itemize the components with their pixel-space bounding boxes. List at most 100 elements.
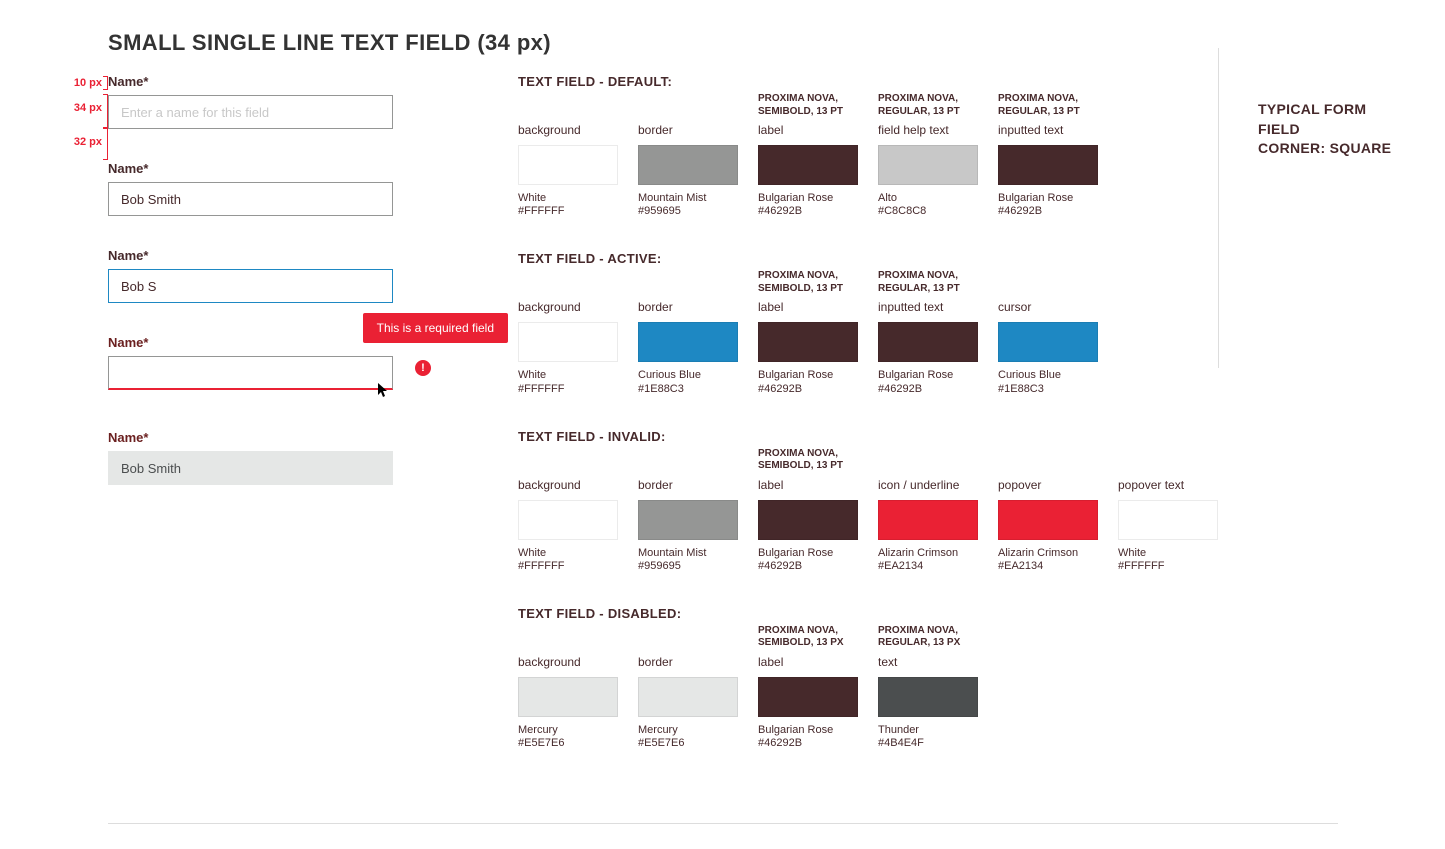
swatch-name: Alizarin Crimson: [998, 546, 1098, 560]
field-input-active[interactable]: [108, 269, 393, 303]
field-input-default[interactable]: [108, 95, 393, 129]
swatch-font: [638, 270, 738, 296]
swatch-col: borderCurious Blue#1E88C3: [638, 270, 738, 394]
example-default: Name*: [108, 74, 438, 129]
color-swatch: [1118, 500, 1218, 540]
swatch-col: borderMercury#E5E7E6: [638, 625, 738, 749]
swatch-name: Curious Blue: [998, 368, 1098, 382]
cursor-icon: [378, 383, 390, 399]
swatch-name: Bulgarian Rose: [758, 368, 858, 382]
field-label: Name*: [108, 74, 438, 89]
field-input-invalid[interactable]: [108, 356, 393, 390]
spec-active: TEXT FIELD - ACTIVE: backgroundWhite#FFF…: [518, 251, 1218, 394]
swatch-head: border: [638, 300, 738, 316]
swatch-head: background: [518, 655, 618, 671]
color-swatch: [878, 500, 978, 540]
example-invalid: This is a required field Name* !: [108, 335, 438, 390]
swatch-head: label: [758, 478, 858, 494]
swatch-font: PROXIMA NOVA, SEMIBOLD, 13 PT: [758, 93, 858, 119]
swatch-name: Mercury: [518, 723, 618, 737]
swatch-head: cursor: [998, 300, 1098, 316]
swatch-name: White: [1118, 546, 1218, 560]
swatch-col: PROXIMA NOVA, SEMIBOLD, 13 PTlabelBulgar…: [758, 93, 858, 217]
swatch-name: Thunder: [878, 723, 978, 737]
corner-note: TYPICAL FORM FIELD CORNER: SQUARE: [1218, 74, 1398, 783]
swatch-hex: #E5E7E6: [518, 737, 618, 749]
error-popover: This is a required field: [363, 313, 508, 343]
swatch-font: [638, 625, 738, 651]
swatch-font: PROXIMA NOVA, REGULAR, 13 PT: [998, 93, 1098, 119]
spec-disabled: TEXT FIELD - DISABLED: backgroundMercury…: [518, 606, 1218, 749]
page-rule: [108, 823, 1338, 824]
swatch-col: PROXIMA NOVA, REGULAR, 13 PTfield help t…: [878, 93, 978, 217]
swatch-col: PROXIMA NOVA, SEMIBOLD, 13 PXlabelBulgar…: [758, 625, 858, 749]
swatch-name: Bulgarian Rose: [758, 546, 858, 560]
measurement-gutter: 10 px 34 px 32 px: [50, 74, 108, 783]
swatch-hex: #46292B: [758, 383, 858, 395]
spec-title: TEXT FIELD - DEFAULT:: [518, 74, 1218, 89]
swatch-col: PROXIMA NOVA, SEMIBOLD, 13 PT label Bulgar…: [758, 448, 858, 572]
color-swatch: [878, 677, 978, 717]
color-swatch: [638, 677, 738, 717]
swatch-hex: #E5E7E6: [638, 737, 738, 749]
swatch-col: borderMountain Mist#959695: [638, 93, 738, 217]
swatch-hex: #959695: [638, 205, 738, 217]
swatch-col: popoverAlizarin Crimson#EA2134: [998, 448, 1098, 572]
swatch-head: background: [518, 300, 618, 316]
note-line2: CORNER: SQUARE: [1258, 139, 1398, 159]
swatch-hex: #1E88C3: [998, 383, 1098, 395]
color-swatch: [998, 145, 1098, 185]
swatch-name: Bulgarian Rose: [998, 191, 1098, 205]
color-swatch: [758, 145, 858, 185]
swatch-hex: #FFFFFF: [518, 383, 618, 395]
page-title: SMALL SINGLE LINE TEXT FIELD (34 px): [108, 30, 1337, 56]
swatch-name: Mountain Mist: [638, 546, 738, 560]
swatch-col: borderMountain Mist#959695: [638, 448, 738, 572]
swatch-hex: #FFFFFF: [518, 560, 618, 572]
swatch-font: PROXIMA NOVA, REGULAR, 13 PT: [878, 93, 978, 119]
swatch-font: [638, 448, 738, 474]
swatch-hex: #46292B: [878, 383, 978, 395]
field-input-disabled: [108, 451, 393, 485]
swatch-font: PROXIMA NOVA, SEMIBOLD, 13 PT: [758, 448, 858, 474]
color-swatch: [758, 500, 858, 540]
swatch-name: Alto: [878, 191, 978, 205]
swatch-name: Curious Blue: [638, 368, 738, 382]
swatch-col: PROXIMA NOVA, REGULAR, 13 PT inputted tex…: [878, 270, 978, 394]
color-swatch: [638, 145, 738, 185]
swatch-hex: #FFFFFF: [518, 205, 618, 217]
spec-invalid: TEXT FIELD - INVALID: backgroundWhite#FF…: [518, 429, 1218, 572]
color-swatch: [878, 145, 978, 185]
field-input-filled[interactable]: [108, 182, 393, 216]
swatch-name: White: [518, 546, 618, 560]
swatch-name: Alizarin Crimson: [878, 546, 978, 560]
color-swatch: [758, 322, 858, 362]
swatch-font: PROXIMA NOVA, REGULAR, 13 PT: [878, 270, 978, 296]
color-swatch: [638, 322, 738, 362]
swatch-font: [518, 448, 618, 474]
swatch-font: PROXIMA NOVA, REGULAR, 13 PX: [878, 625, 978, 651]
swatch-font: PROXIMA NOVA, SEMIBOLD, 13 PX: [758, 625, 858, 651]
swatch-name: Bulgarian Rose: [758, 191, 858, 205]
swatch-head: inputted text: [878, 300, 978, 316]
swatch-head: icon / underline: [878, 478, 978, 494]
swatch-col: cursor Curious Blue#1E88C3: [998, 270, 1098, 394]
swatch-head: popover text: [1118, 478, 1218, 494]
swatch-font: [998, 270, 1098, 296]
swatch-font: [998, 448, 1098, 474]
swatch-font: PROXIMA NOVA, SEMIBOLD, 13 PT: [758, 270, 858, 296]
swatch-col: icon / underline Alizarin Crimson#EA2134: [878, 448, 978, 572]
swatch-head: border: [638, 478, 738, 494]
swatch-col: backgroundWhite#FFFFFF: [518, 93, 618, 217]
swatch-hex: #FFFFFF: [1118, 560, 1218, 572]
swatch-hex: #C8C8C8: [878, 205, 978, 217]
swatch-col: popover text White#FFFFFF: [1118, 448, 1218, 572]
color-swatch: [878, 322, 978, 362]
swatch-name: White: [518, 368, 618, 382]
swatch-hex: #46292B: [998, 205, 1098, 217]
spec-title: TEXT FIELD - INVALID:: [518, 429, 1218, 444]
swatch-hex: #46292B: [758, 737, 858, 749]
swatch-hex: #EA2134: [878, 560, 978, 572]
spec-default: TEXT FIELD - DEFAULT: backgroundWhite#FF…: [518, 74, 1218, 217]
color-swatch: [518, 500, 618, 540]
